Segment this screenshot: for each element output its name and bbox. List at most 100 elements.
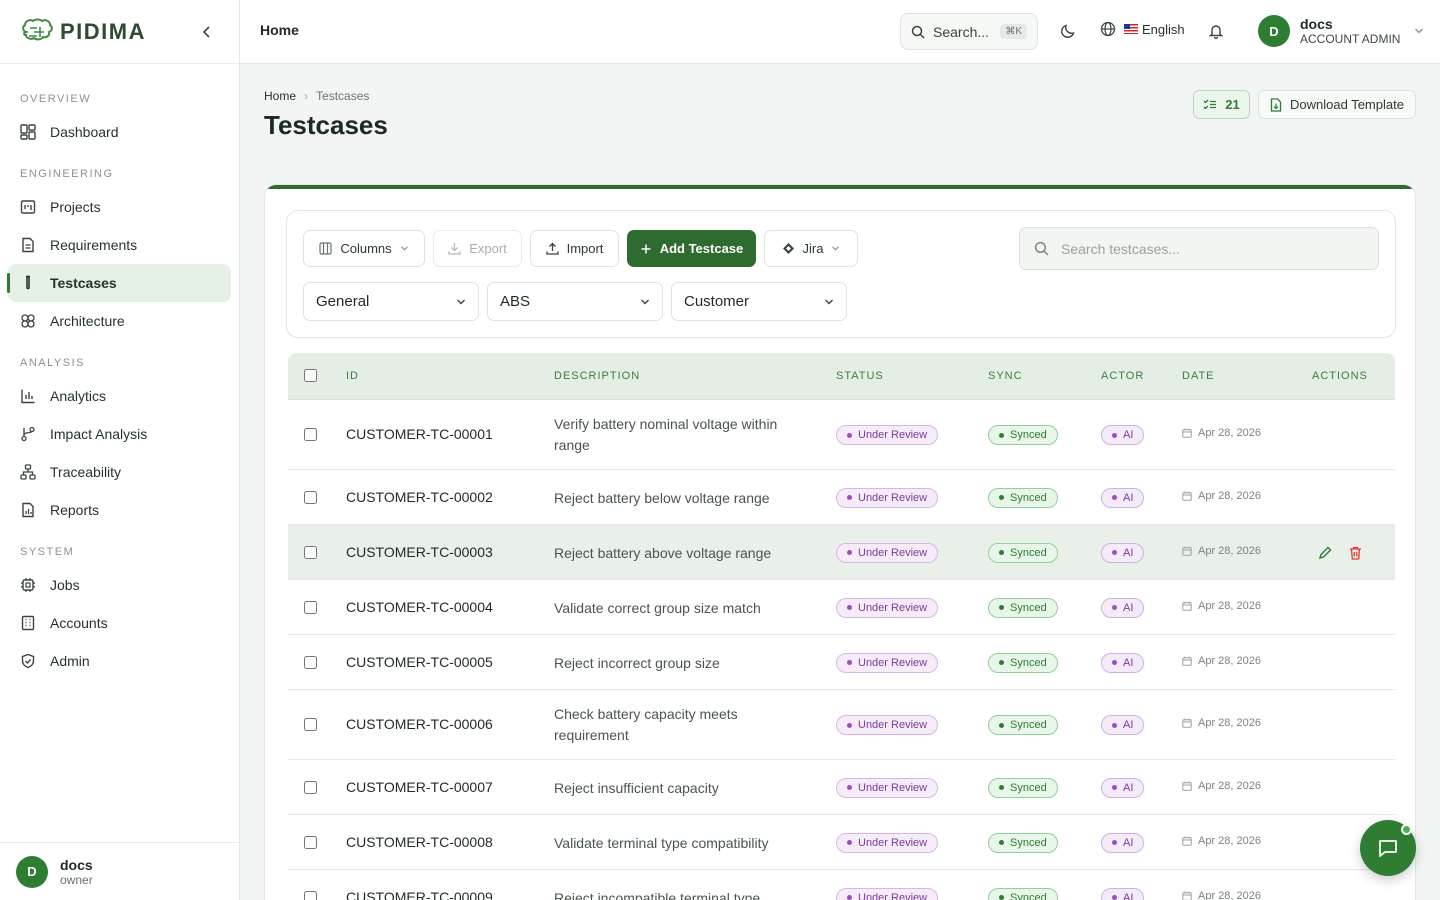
testcase-id[interactable]: CUSTOMER-TC-00005 (346, 654, 493, 670)
sidebar-item-architecture[interactable]: Architecture (8, 302, 231, 340)
date-label: Apr 28, 2026 (1198, 489, 1261, 502)
status-dot-icon (847, 895, 852, 900)
row-checkbox[interactable] (304, 655, 317, 669)
level-filter-select[interactable]: Customer (671, 282, 847, 321)
sidebar-item-dashboard[interactable]: Dashboard (8, 113, 231, 151)
sidebar-item-projects[interactable]: Projects (8, 188, 231, 226)
column-header-actor[interactable]: ACTOR (1101, 370, 1144, 382)
sidebar-item-impact-analysis[interactable]: Impact Analysis (8, 415, 231, 453)
column-header-date[interactable]: DATE (1182, 370, 1215, 382)
sidebar-item-label: Reports (50, 502, 100, 518)
column-header-status[interactable]: STATUS (836, 370, 884, 382)
testcase-search-input[interactable] (1061, 240, 1361, 257)
row-checkbox[interactable] (304, 835, 317, 849)
testcases-table: ID DESCRIPTION STATUS SYNC ACTOR DATE AC… (288, 353, 1395, 900)
testcase-description: Reject battery below voltage range (554, 489, 770, 506)
testcase-id[interactable]: CUSTOMER-TC-00004 (346, 599, 493, 615)
actor-label: AI (1123, 656, 1134, 669)
status-badge: Under Review (836, 715, 939, 735)
date-label: Apr 28, 2026 (1198, 599, 1261, 612)
sidebar-item-jobs[interactable]: Jobs (8, 566, 231, 604)
collapse-sidebar-button[interactable] (197, 22, 217, 42)
row-checkbox[interactable] (304, 545, 317, 559)
user-menu[interactable]: D docs ACCOUNT ADMIN (1258, 15, 1424, 47)
chat-support-button[interactable] (1360, 820, 1416, 876)
sync-badge: Synced (988, 487, 1058, 508)
table-row[interactable]: CUSTOMER-TC-00002 Reject battery below vo… (288, 470, 1395, 525)
column-header-description[interactable]: DESCRIPTION (554, 370, 640, 382)
status-label: Under Review (858, 601, 928, 614)
actor-label: AI (1123, 836, 1134, 849)
brand-logo[interactable]: PIDIMA (20, 18, 146, 46)
language-selector[interactable]: English (1100, 21, 1185, 37)
project-filter-select[interactable]: ABS (487, 282, 663, 321)
breadcrumb-home-link[interactable]: Home (264, 89, 296, 103)
testcase-id[interactable]: CUSTOMER-TC-00001 (346, 426, 493, 442)
edit-button[interactable] (1317, 545, 1333, 561)
test-tube-icon (26, 275, 30, 290)
theme-toggle-button[interactable] (1058, 21, 1078, 41)
sync-label: Synced (1010, 546, 1047, 559)
table-body: CUSTOMER-TC-00001 Verify battery nominal … (288, 400, 1395, 900)
column-header-sync[interactable]: SYNC (988, 370, 1023, 382)
export-button[interactable]: Export (433, 230, 522, 267)
row-checkbox[interactable] (304, 490, 317, 504)
table-row[interactable]: CUSTOMER-TC-00007 Reject insufficient cap… (288, 760, 1395, 815)
document-icon (22, 237, 34, 253)
table-row[interactable]: CUSTOMER-TC-00003 Reject battery above vo… (288, 525, 1395, 580)
testcases-card: Columns Export Import Add Testcase Jira … (264, 184, 1416, 900)
testcase-id[interactable]: CUSTOMER-TC-00006 (346, 716, 493, 732)
status-dot-icon (847, 495, 852, 500)
sidebar-item-reports[interactable]: Reports (8, 491, 231, 529)
table-row[interactable]: CUSTOMER-TC-00005 Reject incorrect group … (288, 635, 1395, 690)
testcase-search[interactable] (1019, 227, 1379, 270)
testcase-id[interactable]: CUSTOMER-TC-00008 (346, 834, 493, 850)
sidebar-item-analytics[interactable]: Analytics (8, 377, 231, 415)
download-template-button[interactable]: Download Template (1258, 90, 1416, 119)
search-shortcut: ⌘K (1000, 24, 1027, 39)
add-testcase-button[interactable]: Add Testcase (627, 230, 756, 267)
actor-label: AI (1123, 891, 1134, 900)
testcase-id[interactable]: CUSTOMER-TC-00003 (346, 544, 493, 560)
row-checkbox[interactable] (304, 890, 317, 900)
jira-button[interactable]: Jira (764, 230, 858, 267)
table-row[interactable]: CUSTOMER-TC-00008 Validate terminal type … (288, 815, 1395, 870)
global-search-button[interactable]: Search... ⌘K (900, 13, 1038, 50)
sidebar-item-admin[interactable]: Admin (8, 642, 231, 680)
sidebar-user-role: owner (60, 872, 93, 887)
table-row[interactable]: CUSTOMER-TC-00004 Validate correct group … (288, 580, 1395, 635)
select-all-checkbox[interactable] (304, 369, 317, 382)
row-checkbox[interactable] (304, 718, 317, 731)
columns-button[interactable]: Columns (303, 230, 425, 267)
sync-label: Synced (1010, 656, 1047, 669)
breadcrumb-current: Testcases (316, 89, 370, 103)
testcase-id[interactable]: CUSTOMER-TC-00007 (346, 779, 493, 795)
sidebar-item-accounts[interactable]: Accounts (8, 604, 231, 642)
sidebar-item-testcases[interactable]: Testcases (7, 264, 231, 302)
notifications-button[interactable] (1206, 21, 1226, 41)
date-label: Apr 28, 2026 (1198, 779, 1261, 792)
project-filter-value: ABS (500, 293, 531, 310)
chat-icon (1379, 840, 1397, 857)
table-row[interactable]: CUSTOMER-TC-00006 Check battery capacity … (288, 690, 1395, 760)
import-button[interactable]: Import (530, 230, 619, 267)
file-download-icon (1270, 97, 1282, 112)
sidebar-item-traceability[interactable]: Traceability (8, 453, 231, 491)
table-row[interactable]: CUSTOMER-TC-00009 Reject incompatible ter… (288, 870, 1395, 900)
sidebar-item-label: Admin (50, 653, 90, 669)
testcase-id[interactable]: CUSTOMER-TC-00002 (346, 489, 493, 505)
type-filter-value: General (316, 293, 370, 310)
testcase-id[interactable]: CUSTOMER-TC-00009 (346, 889, 493, 900)
sidebar-user[interactable]: D docs owner (0, 842, 239, 900)
row-checkbox[interactable] (304, 780, 317, 794)
column-header-id[interactable]: ID (346, 370, 359, 382)
sidebar-item-requirements[interactable]: Requirements (8, 226, 231, 264)
delete-button[interactable] (1347, 545, 1363, 561)
type-filter-select[interactable]: General (303, 282, 479, 321)
calendar-icon (1182, 836, 1192, 846)
row-checkbox[interactable] (304, 428, 317, 441)
table-row[interactable]: CUSTOMER-TC-00001 Verify battery nominal … (288, 400, 1395, 470)
row-checkbox[interactable] (304, 600, 317, 614)
testcase-count-badge[interactable]: 21 (1193, 90, 1250, 119)
toolbar: Columns Export Import Add Testcase Jira … (286, 210, 1396, 338)
